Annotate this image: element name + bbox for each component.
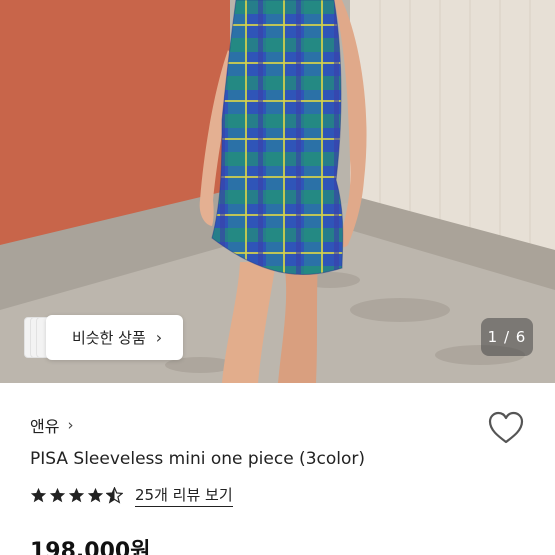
similar-products-button[interactable]: 비슷한 상품 › [24,315,183,360]
similar-products-label: 비슷한 상품 [72,329,146,347]
product-price: 198,000원 [30,539,151,555]
product-info: 앤유 › PISA Sleeveless mini one piece (3co… [0,383,555,555]
image-counter: 1 / 6 [481,318,533,356]
star-icon [30,487,47,503]
star-icon [87,487,104,503]
product-title: PISA Sleeveless mini one piece (3color) [30,449,366,469]
heart-icon[interactable] [488,411,524,445]
star-rating [30,487,123,504]
rating-row: 25개 리뷰 보기 [30,484,233,507]
half-star-icon [106,487,123,504]
chevron-right-icon: › [155,328,163,347]
chevron-right-icon: › [67,416,74,434]
star-icon [68,487,85,503]
reviews-link[interactable]: 25개 리뷰 보기 [135,484,233,507]
similar-products-pill[interactable]: 비슷한 상품 › [46,315,183,360]
shop-name: 앤유 [30,417,60,436]
star-icon [49,487,66,503]
shop-link[interactable]: 앤유 › [30,413,73,437]
